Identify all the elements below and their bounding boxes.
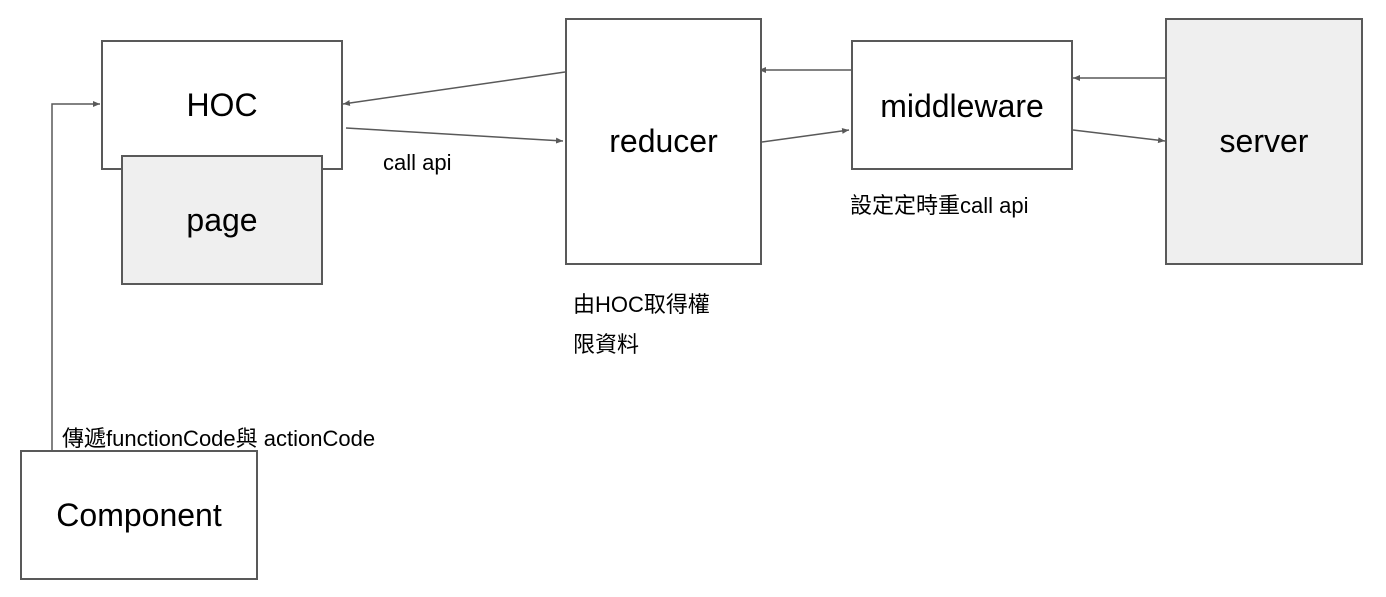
component-box: Component	[20, 450, 258, 580]
hoc-box: HOC	[101, 40, 343, 170]
component-label: Component	[56, 496, 222, 533]
reducer-box: reducer	[565, 18, 762, 265]
middleware-box: middleware	[851, 40, 1073, 170]
arrow-middleware-to-server	[1072, 129, 1166, 144]
arrow-reducer-to-middleware	[761, 127, 850, 143]
call-api-label: call api	[383, 150, 452, 175]
server-label: server	[1219, 123, 1309, 159]
arrow-component-hoc-bidirectional	[49, 101, 100, 459]
server-box: server	[1165, 18, 1363, 265]
hoc-label: HOC	[186, 87, 258, 123]
page-label: page	[186, 201, 258, 238]
page-box: page	[121, 155, 323, 285]
reducer-note-label: 由HOC取得權 限資料	[573, 292, 710, 357]
middleware-label: middleware	[880, 88, 1044, 124]
timer-call-api-label: 設定定時重call api	[850, 193, 1029, 218]
pass-codes-label: 傳遞functionCode與 actionCode	[62, 426, 376, 451]
reducer-label: reducer	[609, 123, 718, 159]
arrow-hoc-to-reducer	[345, 127, 564, 144]
arrow-reducer-to-hoc	[342, 71, 566, 106]
